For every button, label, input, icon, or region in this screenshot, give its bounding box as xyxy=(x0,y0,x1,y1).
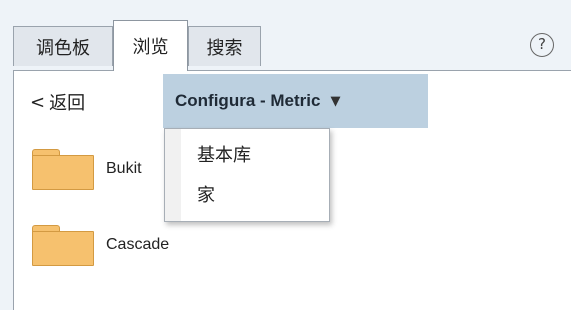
tab-browse[interactable]: 浏览 xyxy=(113,20,188,71)
back-button[interactable]: < 返回 xyxy=(30,89,85,115)
tab-search-label: 搜索 xyxy=(206,37,243,59)
list-item-bukit[interactable]: Bukit xyxy=(32,145,142,193)
library-dropdown-menu: 基本库 家 xyxy=(164,128,330,222)
list-item-label: Cascade xyxy=(106,236,170,253)
caret-down-icon: ▼ xyxy=(330,93,341,109)
folder-icon xyxy=(32,149,94,190)
menu-gutter xyxy=(165,129,181,221)
library-dropdown-label: Configura - Metric xyxy=(175,91,321,110)
tab-search[interactable]: 搜索 xyxy=(188,26,261,66)
library-dropdown[interactable]: Configura - Metric ▼ xyxy=(163,74,428,128)
tab-browse-label: 浏览 xyxy=(132,37,169,58)
menu-item-basic-library[interactable]: 基本库 xyxy=(197,141,251,167)
back-label: 返回 xyxy=(49,93,86,114)
tab-palette[interactable]: 调色板 xyxy=(13,26,113,66)
list-item-label: Bukit xyxy=(106,160,142,177)
folder-icon xyxy=(32,225,94,266)
chevron-left-icon: < xyxy=(30,91,46,113)
list-item-cascade[interactable]: Cascade xyxy=(32,221,169,269)
tab-bar: 调色板 浏览 搜索 ? xyxy=(0,0,571,71)
menu-item-home[interactable]: 家 xyxy=(197,181,215,207)
help-icon[interactable]: ? xyxy=(530,33,554,57)
tab-palette-label: 调色板 xyxy=(36,37,90,59)
